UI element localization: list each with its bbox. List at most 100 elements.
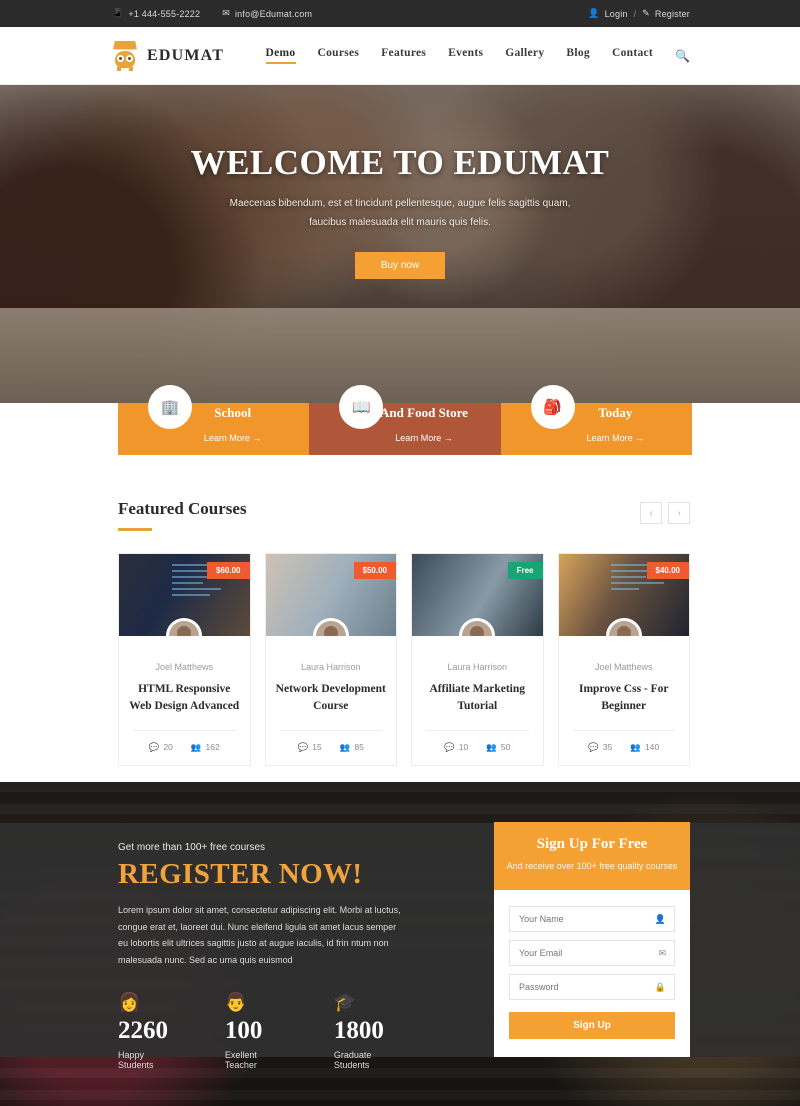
books-icon: 📖	[339, 385, 384, 429]
brand-logo[interactable]: EDUMAT	[112, 40, 224, 71]
course-list: $60.00 Joel Matthews HTML Responsive Web…	[118, 553, 690, 766]
student-icon: 👩	[118, 991, 141, 1012]
course-price-badge: $60.00	[207, 562, 250, 579]
info-card-school[interactable]: 🏢 School Learn More →	[118, 385, 310, 455]
course-card[interactable]: Free Laura Harrison Affiliate Marketing …	[411, 553, 544, 766]
course-author: Joel Matthews	[155, 662, 214, 672]
comment-icon: 💬	[444, 741, 455, 752]
course-comments: 💬 10	[444, 741, 469, 753]
carousel-next-button[interactable]: ›	[668, 502, 690, 524]
user-icon: 👤	[588, 8, 600, 18]
course-students: 👥 140	[630, 741, 660, 753]
stat-graduate-students: 🎓 1800 Graduate Students	[334, 993, 408, 1070]
phone-number: +1 444-555-2222	[128, 8, 201, 19]
nav-item-courses[interactable]: Courses	[318, 47, 360, 64]
envelope-icon: ✉	[658, 947, 666, 958]
title-underline	[118, 528, 152, 531]
email-field-wrapper: ✉	[509, 940, 675, 967]
stat-label: Happy Students	[118, 1049, 154, 1070]
nav-item-events[interactable]: Events	[448, 47, 483, 64]
name-field-wrapper: 👤	[509, 906, 675, 933]
comment-icon: 💬	[588, 741, 599, 752]
lock-icon: 🔒	[654, 981, 666, 992]
statistics-row: 👩 2260 Happy Students 👨 100 Exellent Tea…	[118, 993, 408, 1070]
users-icon: 👥	[339, 741, 351, 752]
login-link[interactable]: 👤 Login	[588, 9, 627, 19]
school-building-icon: 🏢	[148, 385, 192, 429]
teacher-icon: 👨	[224, 991, 248, 1012]
password-field-wrapper: 🔒	[509, 974, 675, 1001]
name-input[interactable]	[510, 907, 674, 932]
info-card-learn-more[interactable]: Learn More →	[309, 433, 500, 443]
signup-title: Sign Up For Free	[536, 836, 648, 852]
course-title[interactable]: Affiliate Marketing Tutorial	[422, 681, 533, 716]
stat-label: Graduate Students	[333, 1049, 372, 1070]
password-input[interactable]	[510, 975, 674, 1000]
comment-icon: 💬	[148, 741, 160, 752]
course-author: Joel Matthews	[594, 662, 653, 672]
register-title: REGISTER NOW!	[118, 858, 363, 890]
instructor-avatar	[312, 618, 349, 636]
info-card-title: Today	[598, 405, 633, 420]
info-cards-strip: 🏢 School Learn More → 📖 And Food Store L…	[0, 385, 800, 463]
nav-item-gallery[interactable]: Gallery	[505, 47, 544, 64]
email-address: info@Edumat.com	[234, 8, 313, 19]
course-card[interactable]: $60.00 Joel Matthews HTML Responsive Web…	[118, 553, 251, 766]
course-card[interactable]: $40.00 Joel Matthews Improve Css - For B…	[557, 553, 690, 766]
arrow-right-icon: →	[443, 433, 453, 443]
course-thumbnail: Free	[412, 554, 543, 636]
register-kicker: Get more than 100+ free courses	[118, 842, 266, 853]
nav-item-features[interactable]: Features	[381, 47, 426, 64]
course-students: 👥 85	[339, 741, 364, 753]
course-thumbnail: $60.00	[119, 554, 250, 636]
course-title[interactable]: Network Development Course	[276, 681, 387, 716]
course-card[interactable]: $50.00 Laura Harrison Network Developmen…	[264, 553, 397, 766]
users-icon: 👥	[630, 741, 641, 752]
nav-item-demo[interactable]: Demo	[265, 47, 296, 64]
top-bar: 📱 +1 444-555-2222 ✉ info@Edumat.com 👤 Lo…	[0, 0, 800, 27]
info-card-food-store[interactable]: 📖 And Food Store Learn More →	[309, 385, 501, 455]
register-description: Lorem ipsum dolor sit amet, consectetur …	[118, 905, 401, 965]
course-author: Laura Harrison	[447, 662, 508, 672]
email-input[interactable]	[510, 941, 674, 966]
featured-courses-section: Featured Courses ‹ › $60.00 Joel Matthew…	[0, 463, 800, 766]
carousel-prev-button[interactable]: ‹	[640, 502, 662, 524]
course-author: Laura Harrison	[300, 662, 361, 672]
course-price-badge: Free	[507, 562, 543, 579]
stat-happy-students: 👩 2260 Happy Students	[118, 993, 181, 1070]
info-card-learn-more[interactable]: Learn More →	[501, 433, 692, 443]
signup-header: Sign Up For Free And receive over 100+ f…	[494, 822, 690, 891]
info-card-title: School	[214, 405, 252, 420]
nav-item-blog[interactable]: Blog	[566, 47, 590, 64]
course-students: 👥 162	[190, 741, 220, 753]
nav-item-contact[interactable]: Contact	[612, 47, 653, 64]
course-comments: 💬 20	[148, 741, 173, 753]
register-link[interactable]: ✎ Register	[642, 9, 690, 19]
stat-number: 2260	[118, 1016, 168, 1044]
signup-subtitle: And receive over 100+ free quality cours…	[506, 861, 678, 871]
info-card-learn-more[interactable]: Learn More →	[118, 433, 309, 443]
course-title[interactable]: Improve Css - For Beginner	[569, 681, 680, 716]
login-label: Login	[604, 8, 628, 19]
phone-contact[interactable]: 📱 +1 444-555-2222	[112, 9, 200, 19]
signup-fields: 👤 ✉ 🔒 Sign Up	[494, 890, 690, 1057]
signup-form-card: Sign Up For Free And receive over 100+ f…	[494, 822, 690, 1058]
hero-title: WELCOME TO EDUMAT	[190, 143, 610, 182]
course-thumbnail: $40.00	[558, 554, 689, 636]
buy-now-button[interactable]: Buy now	[354, 252, 446, 279]
signup-button[interactable]: Sign Up	[509, 1012, 675, 1040]
site-header: EDUMAT Demo Courses Features Events Gall…	[0, 27, 800, 85]
hero-subtitle: Maecenas bibendum, est et tincidunt pell…	[229, 198, 571, 228]
info-card-title: And Food Store	[380, 405, 468, 420]
user-icon: 👤	[654, 913, 666, 924]
email-contact[interactable]: ✉ info@Edumat.com	[222, 9, 312, 19]
course-price-badge: $40.00	[646, 562, 689, 579]
course-comments: 💬 15	[297, 741, 322, 753]
search-icon[interactable]: 🔍	[675, 49, 690, 63]
course-students: 👥 50	[486, 741, 511, 753]
users-icon: 👥	[190, 741, 202, 752]
stat-number: 1800	[333, 1016, 384, 1044]
course-title[interactable]: HTML Responsive Web Design Advanced	[129, 681, 240, 716]
envelope-icon: ✉	[222, 8, 230, 18]
info-card-today[interactable]: 🎒 Today Learn More →	[500, 385, 692, 455]
